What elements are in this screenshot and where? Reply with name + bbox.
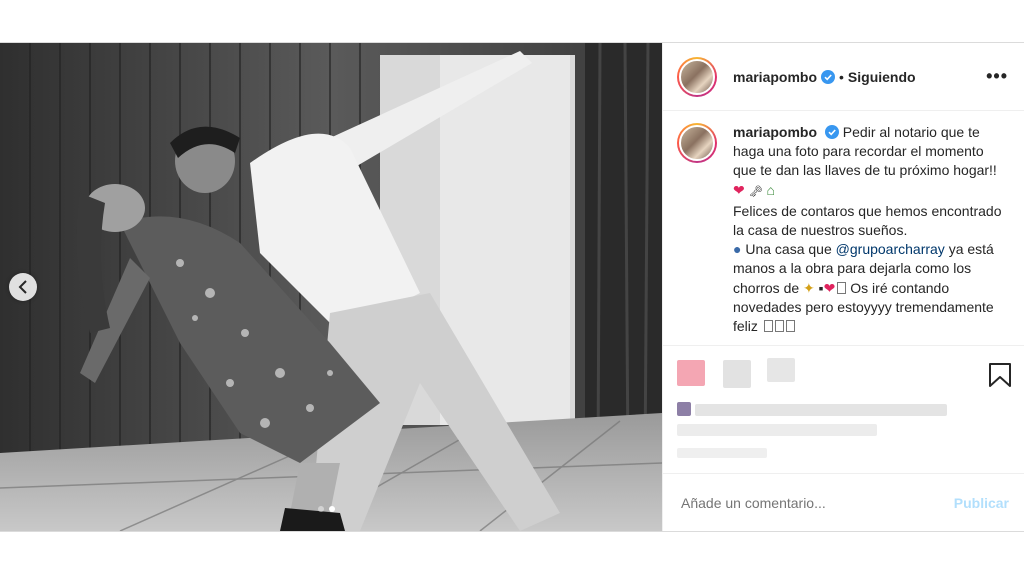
carousel-dot-active — [329, 506, 335, 512]
username-link[interactable]: mariapombo — [733, 69, 817, 85]
pixelated-date — [677, 448, 767, 458]
missing-glyph-box — [774, 320, 784, 333]
red-heart-emoji: ❤ — [823, 279, 836, 296]
caption-line-2: Felices de contaros que hemos encontrado… — [733, 202, 1002, 239]
avatar[interactable] — [677, 56, 717, 97]
red-heart-emoji: ❤ — [733, 181, 745, 198]
instagram-post: mariapombo • Siguiendo ••• mariapombo Pe… — [0, 42, 1024, 532]
previous-slide-button[interactable] — [9, 273, 37, 301]
comment-bar: Publicar — [663, 473, 1024, 531]
comment-input[interactable] — [679, 493, 954, 512]
key-emoji: 🗝 — [748, 185, 763, 198]
emoji-placeholder: ● — [733, 241, 742, 258]
caption-username[interactable]: mariapombo — [733, 124, 817, 140]
publish-button[interactable]: Publicar — [954, 495, 1009, 511]
post-sidebar: mariapombo • Siguiendo ••• mariapombo Pe… — [662, 43, 1024, 531]
post-photo[interactable] — [0, 43, 662, 531]
carousel-indicator — [318, 506, 335, 512]
chevron-left-icon — [18, 280, 27, 294]
following-button[interactable]: Siguiendo — [848, 69, 916, 85]
carousel-dot — [318, 506, 324, 512]
sparkles-emoji: ✦ — [803, 279, 815, 296]
missing-glyph-box — [837, 281, 847, 294]
pixelated-likes-text — [677, 424, 877, 436]
action-bar — [663, 346, 1024, 466]
verified-badge-icon — [824, 125, 839, 139]
mention-link[interactable]: @grupoarcharray — [836, 241, 945, 257]
pixelated-like-icon — [677, 360, 705, 386]
pixelated-likes-text — [695, 404, 947, 416]
caption-line-3-start: Una casa que — [745, 241, 832, 258]
pixelated-comment-icon — [723, 360, 751, 388]
missing-glyph-box — [763, 320, 773, 333]
more-options-icon[interactable]: ••• — [986, 66, 1008, 87]
house-emoji: ⌂ — [766, 181, 775, 198]
missing-glyph-box — [785, 320, 795, 333]
caption-section: mariapombo Pedir al notario que te haga … — [663, 111, 1024, 346]
bookmark-icon[interactable] — [988, 362, 1012, 388]
pixelated-share-icon — [767, 358, 795, 382]
separator-dot: • — [839, 68, 844, 85]
verified-badge-icon — [821, 69, 836, 84]
caption-avatar[interactable] — [677, 123, 717, 163]
photo-image — [0, 43, 662, 531]
pixelated-likes-row — [677, 402, 691, 416]
caption-text: mariapombo Pedir al notario que te haga … — [733, 123, 1003, 345]
post-header: mariapombo • Siguiendo ••• — [663, 43, 1024, 111]
